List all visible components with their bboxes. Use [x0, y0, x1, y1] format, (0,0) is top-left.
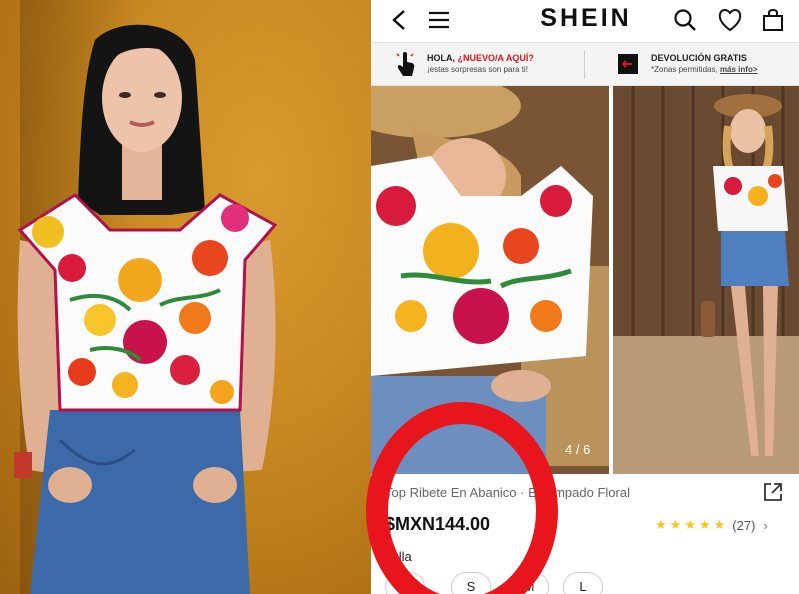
heart-icon[interactable]	[716, 6, 744, 34]
star-icon: ★	[684, 517, 696, 532]
brand-logo[interactable]: SHEIN	[521, 4, 651, 33]
top-navigation-bar: SHEIN	[371, 0, 799, 40]
search-icon[interactable]	[671, 6, 699, 34]
product-title: Top Ribete En Abanico · Estampado Floral	[385, 485, 630, 500]
promo-banner: HOLA, ¿NUEVO/A AQUÍ? ¡estas sorpresas so…	[371, 42, 799, 86]
model-illustration	[14, 24, 278, 594]
greeting-highlight: ¿NUEVO/A AQUÍ?	[457, 53, 534, 63]
star-icon: ★	[669, 517, 682, 532]
star-icon: ★	[655, 517, 667, 532]
hamburger-menu-icon[interactable]	[425, 6, 453, 34]
product-photo-closeup[interactable]: 4 / 6	[371, 86, 609, 474]
back-chevron-icon[interactable]	[385, 6, 413, 34]
product-price: $MXN144.00	[385, 514, 491, 534]
model-photo	[0, 0, 371, 594]
promo-divider	[584, 51, 585, 79]
shopping-bag-icon[interactable]	[759, 6, 787, 34]
product-image-gallery[interactable]: 4 / 6	[371, 86, 799, 474]
size-option-l[interactable]: L	[563, 572, 603, 594]
return-box-icon	[618, 54, 638, 74]
star-icon: ★	[713, 517, 726, 532]
size-label: Talla	[385, 549, 412, 564]
full-body-illustration	[613, 86, 799, 474]
tap-hand-icon	[396, 52, 415, 76]
greeting-subtitle: ¡estas sorpresas son para ti!	[427, 65, 528, 74]
chevron-right-icon: ›	[763, 517, 768, 533]
size-option-s[interactable]: S	[451, 572, 491, 594]
size-option-xs[interactable]: XS	[385, 572, 425, 594]
star-icon: ★	[698, 517, 711, 532]
gallery-counter: 4 / 6	[565, 442, 591, 457]
returns-title: DEVOLUCIÓN GRATIS	[651, 53, 747, 63]
returns-subtitle: *Zonas permitidas,	[651, 65, 718, 74]
shein-app-screen: SHEIN HOLA, ¿NUEVO/A AQUÍ? ¡estas sorpre…	[371, 0, 799, 594]
closeup-illustration	[371, 86, 609, 474]
greeting-prefix: HOLA,	[427, 53, 458, 63]
share-icon[interactable]	[763, 482, 783, 502]
product-photo-full-body[interactable]	[613, 86, 799, 474]
review-count: (27)	[732, 517, 756, 533]
product-rating[interactable]: ★ ★ ★ ★ ★ (27) ›	[655, 517, 768, 533]
size-option-m[interactable]: M	[509, 572, 549, 594]
more-info-link[interactable]: más info>	[720, 65, 758, 74]
